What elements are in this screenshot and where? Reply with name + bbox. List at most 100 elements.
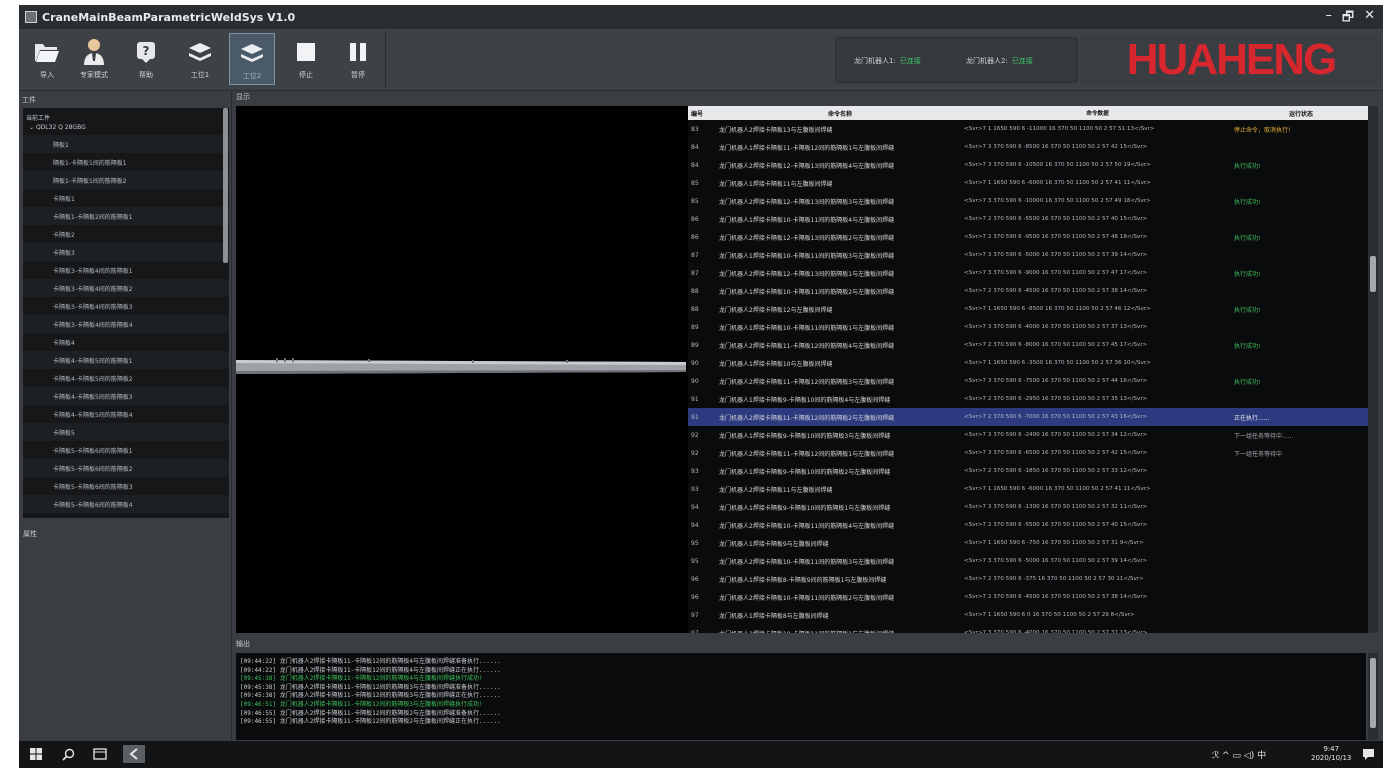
task-view-icon[interactable]	[91, 745, 109, 763]
table-row[interactable]: 96 龙门机器人1焊接卡隔板8-卡隔板9间的筋隔板1与左腹板间焊缝 <Svr>7 2…	[688, 570, 1368, 588]
table-row[interactable]: 93 龙门机器人2焊接卡隔板11与左腹板间焊缝 <Svr>7 1 1650 590 …	[688, 480, 1368, 498]
cell-no: 87	[691, 269, 699, 277]
table-row[interactable]: 85 龙门机器人2焊接卡隔板12-卡隔板13间的筋隔板3与左腹板间焊缝 <Svr>7…	[688, 192, 1368, 210]
table-row[interactable]: 89 龙门机器人1焊接卡隔板10-卡隔板11间的筋隔板1与左腹板间焊缝 <Svr>7…	[688, 318, 1368, 336]
cell-no: 95	[691, 557, 699, 565]
output-scrollbar[interactable]	[1368, 653, 1378, 740]
stop-button[interactable]: 停止	[283, 33, 329, 85]
robot1-status: 龙门机器人1: 已连接	[854, 57, 921, 65]
tree-item[interactable]: 卡隔板3-卡隔板4间的筋隔板4	[23, 315, 229, 333]
cell-status: 执行成功!	[1234, 270, 1261, 278]
cell-name: 龙门机器人2焊接卡隔板11与左腹板间焊缝	[719, 486, 833, 494]
tree-item[interactable]: 隔板1	[23, 135, 229, 153]
cell-data: <Svr>7 3 370 590 6 -6500 16 370 50 1100 …	[964, 450, 1148, 456]
import-button[interactable]: 导入	[24, 33, 70, 85]
expert-mode-button[interactable]: 专家模式	[71, 33, 117, 85]
clock-time: 9:47	[1323, 745, 1340, 753]
col-header-status[interactable]: 运行状态	[1231, 109, 1368, 118]
tree-item[interactable]: 卡隔板4	[23, 333, 229, 351]
table-row[interactable]: 96 龙门机器人2焊接卡隔板10-卡隔板11间的筋隔板2与左腹板间焊缝 <Svr>7…	[688, 588, 1368, 606]
col-header-name[interactable]: 命令名称	[716, 109, 961, 118]
tree-item[interactable]: 卡隔板4-卡隔板5间的筋隔板4	[23, 405, 229, 423]
pause-button[interactable]: 暂停	[335, 33, 381, 85]
workpiece-tree: 当前工件 ⌄ QDL32 Q 28GBG 隔板1 隔板1-卡隔板1间的筋隔板1 隔板…	[23, 108, 229, 518]
tree-item[interactable]: 卡隔板5	[23, 423, 229, 441]
table-row[interactable]: 97 龙门机器人1焊接卡隔板8与左腹板间焊缝 <Svr>7 1 1650 590 6…	[688, 606, 1368, 624]
command-table: 编号 命令名称 命令数据 运行状态 83 龙门机器人2焊接卡隔板13与左腹板间焊缝…	[688, 106, 1374, 633]
table-row[interactable]: 93 龙门机器人1焊接卡隔板9-卡隔板10间的筋隔板2与左腹板间焊缝 <Svr>7 …	[688, 462, 1368, 480]
table-row[interactable]: 95 龙门机器人2焊接卡隔板10-卡隔板11间的筋隔板3与左腹板间焊缝 <Svr>7…	[688, 552, 1368, 570]
tree-item[interactable]: 卡隔板3-卡隔板4间的筋隔板1	[23, 261, 229, 279]
table-row[interactable]: 91 龙门机器人2焊接卡隔板11-卡隔板12间的筋隔板2与左腹板间焊缝 <Svr>7…	[688, 408, 1368, 426]
tree-item[interactable]: 隔板1-卡隔板1间的筋隔板1	[23, 153, 229, 171]
window-title: CraneMainBeamParametricWeldSys V1.0	[42, 10, 296, 24]
table-row[interactable]: 83 龙门机器人2焊接卡隔板13与左腹板间焊缝 <Svr>7 1 1650 590 …	[688, 120, 1368, 138]
table-row[interactable]: 86 龙门机器人2焊接卡隔板12-卡隔板13间的筋隔板2与左腹板间焊缝 <Svr>7…	[688, 228, 1368, 246]
table-row[interactable]: 87 龙门机器人1焊接卡隔板10-卡隔板11间的筋隔板3与左腹板间焊缝 <Svr>7…	[688, 246, 1368, 264]
app-taskbar-icon[interactable]	[123, 745, 145, 763]
cell-name: 龙门机器人2焊接卡隔板11-卡隔板12间的筋隔板3与左腹板间焊缝	[719, 378, 895, 386]
table-row[interactable]: 85 龙门机器人1焊接卡隔板11与左腹板间焊缝 <Svr>7 1 1650 590 …	[688, 174, 1368, 192]
cell-name: 龙门机器人1焊接卡隔板9-卡隔板10间的筋隔板1与左腹板间焊缝	[719, 504, 891, 512]
help-button[interactable]: ? 帮助	[123, 33, 169, 85]
cell-name: 龙门机器人1焊接卡隔板9-卡隔板10间的筋隔板3与左腹板间焊缝	[719, 432, 891, 440]
cell-data: <Svr>7 3 370 590 6 -5000 16 370 50 1100 …	[964, 252, 1148, 258]
notification-icon[interactable]	[1359, 745, 1377, 763]
tree-item[interactable]: 卡隔板4-卡隔板5间的筋隔板3	[23, 387, 229, 405]
cell-name: 龙门机器人2焊接卡隔板10-卡隔板11间的筋隔板2与左腹板间焊缝	[719, 594, 895, 602]
cell-name: 龙门机器人1焊接卡隔板9-卡隔板10间的筋隔板4与左腹板间焊缝	[719, 396, 891, 404]
output-scroll-thumb[interactable]	[1370, 658, 1376, 728]
table-row[interactable]: 94 龙门机器人1焊接卡隔板9-卡隔板10间的筋隔板1与左腹板间焊缝 <Svr>7 …	[688, 498, 1368, 516]
table-row[interactable]: 97 龙门机器人2焊接卡隔板10-卡隔板11间的筋隔板1与左腹板间焊缝<Svr>7…	[688, 624, 1368, 634]
cell-no: 93	[691, 467, 699, 475]
3d-view[interactable]	[236, 106, 688, 633]
table-row[interactable]: 90 龙门机器人1焊接卡隔板10与左腹板间焊缝 <Svr>7 1 1650 590 …	[688, 354, 1368, 372]
tree-item[interactable]: 卡隔板4-卡隔板5间的筋隔板2	[23, 369, 229, 387]
table-row[interactable]: 89 龙门机器人2焊接卡隔板11-卡隔板12间的筋隔板4与左腹板间焊缝 <Svr>7…	[688, 336, 1368, 354]
tree-item[interactable]: 卡隔板5-卡隔板6间的筋隔板4	[23, 495, 229, 513]
tree-item[interactable]: 卡隔板3-卡隔板4间的筋隔板2	[23, 279, 229, 297]
table-row[interactable]: 86 龙门机器人1焊接卡隔板10-卡隔板11间的筋隔板4与左腹板间焊缝 <Svr>7…	[688, 210, 1368, 228]
table-row[interactable]: 92 龙门机器人2焊接卡隔板11-卡隔板12间的筋隔板1与左腹板间焊缝 <Svr>7…	[688, 444, 1368, 462]
table-scrollbar[interactable]	[1368, 106, 1378, 633]
minimize-button[interactable]: –	[1325, 8, 1332, 30]
table-row[interactable]: 88 龙门机器人1焊接卡隔板10-卡隔板11间的筋隔板2与左腹板间焊缝 <Svr>7…	[688, 282, 1368, 300]
display-header: 显示	[236, 93, 250, 101]
table-row[interactable]: 88 龙门机器人2焊接卡隔板12与左腹板间焊缝 <Svr>7 1 1650 590 …	[688, 300, 1368, 318]
tree-root[interactable]: ⌄ QDL32 Q 28GBG	[23, 121, 229, 135]
station2-button[interactable]: 工位2	[229, 33, 275, 85]
tree-item[interactable]: 卡隔板5-卡隔板6间的筋隔板3	[23, 477, 229, 495]
close-button[interactable]: ✕	[1364, 8, 1375, 30]
table-row[interactable]: 94 龙门机器人2焊接卡隔板10-卡隔板11间的筋隔板4与左腹板间焊缝 <Svr>7…	[688, 516, 1368, 534]
tree-item[interactable]: 卡隔板3	[23, 243, 229, 261]
table-row[interactable]: 84 龙门机器人1焊接卡隔板11-卡隔板12间的筋隔板1与左腹板间焊缝 <Svr>7…	[688, 138, 1368, 156]
col-header-data[interactable]: 命令数据	[961, 109, 1231, 117]
cell-name: 龙门机器人2焊接卡隔板12-卡隔板13间的筋隔板2与左腹板间焊缝	[719, 234, 895, 242]
tree-item[interactable]: 卡隔板1-卡隔板2间的筋隔板1	[23, 207, 229, 225]
tree-item[interactable]: 卡隔板4-卡隔板5间的筋隔板1	[23, 351, 229, 369]
table-row[interactable]: 91 龙门机器人1焊接卡隔板9-卡隔板10间的筋隔板4与左腹板间焊缝 <Svr>7 …	[688, 390, 1368, 408]
table-scroll-thumb[interactable]	[1370, 256, 1376, 292]
cell-no: 88	[691, 287, 699, 295]
table-row[interactable]: 92 龙门机器人1焊接卡隔板9-卡隔板10间的筋隔板3与左腹板间焊缝 <Svr>7 …	[688, 426, 1368, 444]
station1-button[interactable]: 工位1	[177, 33, 223, 85]
tree-item[interactable]: 卡隔板5-卡隔板6间的筋隔板2	[23, 459, 229, 477]
tree-item[interactable]: 卡隔板2	[23, 225, 229, 243]
tree-item[interactable]: 卡隔板1	[23, 189, 229, 207]
maximize-button[interactable]: 🗗	[1342, 8, 1354, 30]
cell-data: <Svr>7 2 370 590 6 -1850 16 370 50 1100 …	[964, 468, 1148, 474]
windows-start-icon[interactable]	[27, 745, 45, 763]
tree-item[interactable]: 卡隔板5-卡隔板6间的筋隔板1	[23, 441, 229, 459]
tree-item[interactable]: 卡隔板3-卡隔板4间的筋隔板3	[23, 297, 229, 315]
clock[interactable]: 9:47 2020/10/13	[1311, 745, 1351, 763]
system-tray[interactable]: ℛ ^ ▭ ◁) 中	[1212, 748, 1266, 761]
table-row[interactable]: 84 龙门机器人2焊接卡隔板12-卡隔板13间的筋隔板4与左腹板间焊缝 <Svr>7…	[688, 156, 1368, 174]
table-row[interactable]: 95 龙门机器人1焊接卡隔板9与左腹板间焊缝 <Svr>7 1 1650 590 6…	[688, 534, 1368, 552]
tree-scrollbar[interactable]	[223, 108, 228, 263]
col-header-no[interactable]: 编号	[688, 109, 716, 118]
tree-item[interactable]: 隔板1-卡隔板1间的筋隔板2	[23, 171, 229, 189]
stop-icon	[296, 37, 316, 67]
search-icon[interactable]	[59, 745, 77, 763]
table-row[interactable]: 90 龙门机器人2焊接卡隔板11-卡隔板12间的筋隔板3与左腹板间焊缝 <Svr>7…	[688, 372, 1368, 390]
table-row[interactable]: 87 龙门机器人2焊接卡隔板12-卡隔板13间的筋隔板1与左腹板间焊缝 <Svr>7…	[688, 264, 1368, 282]
